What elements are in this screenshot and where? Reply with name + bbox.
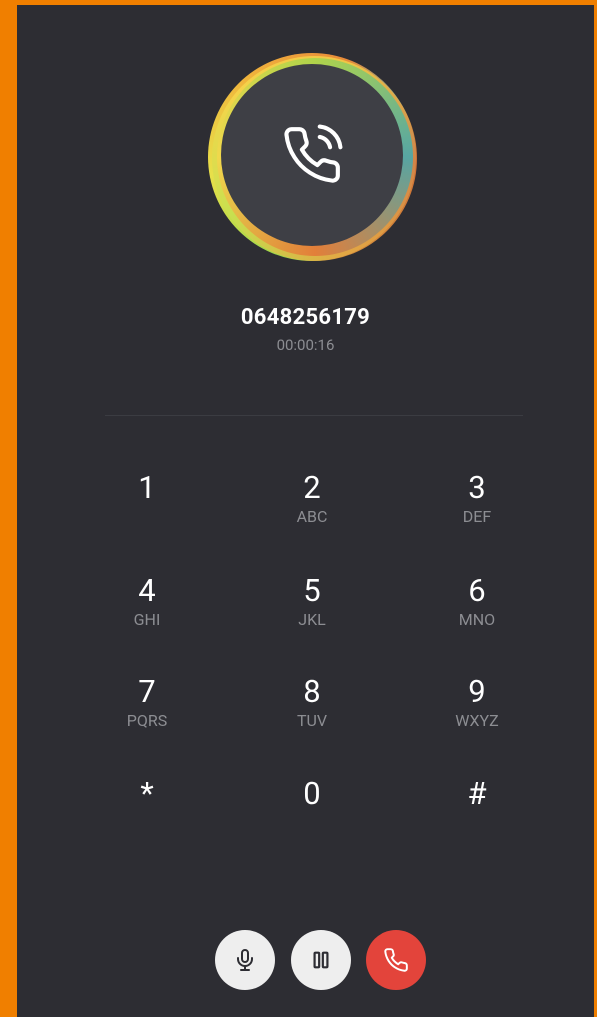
key-digit: * — [140, 775, 154, 812]
key-digit: 6 — [468, 572, 486, 609]
key-letters: PQRS — [126, 711, 168, 730]
microphone-icon — [237, 949, 253, 971]
keypad-key-8[interactable]: 8 TUV — [257, 674, 367, 754]
key-digit: # — [467, 775, 487, 812]
divider — [105, 415, 523, 416]
key-digit: 8 — [303, 673, 321, 710]
key-letters: JKL — [298, 610, 326, 629]
keypad-key-hash[interactable]: # — [422, 776, 532, 856]
phone-calling-icon — [284, 124, 343, 183]
key-digit: 5 — [303, 572, 321, 609]
key-digit: 4 — [138, 572, 156, 609]
hold-button[interactable] — [291, 930, 351, 990]
keypad-key-4[interactable]: 4 GHI — [92, 573, 202, 653]
key-digit: 3 — [468, 469, 486, 506]
key-letters: GHI — [133, 610, 161, 629]
keypad-key-7[interactable]: 7 PQRS — [92, 674, 202, 754]
avatar-circle — [221, 64, 403, 246]
key-letters: DEF — [462, 507, 492, 526]
keypad-key-6[interactable]: 6 MNO — [422, 573, 532, 653]
caller-avatar — [208, 53, 418, 263]
key-letters: MNO — [458, 610, 496, 629]
call-duration: 00:00:16 — [276, 336, 335, 354]
pause-icon — [313, 951, 329, 969]
keypad-key-0[interactable]: 0 — [257, 776, 367, 856]
key-digit: 2 — [303, 469, 321, 506]
phone-hangup-icon — [384, 948, 408, 972]
key-letters: ABC — [296, 507, 328, 526]
keypad-key-star[interactable]: * — [92, 776, 202, 856]
mute-button[interactable] — [215, 930, 275, 990]
keypad-key-5[interactable]: 5 JKL — [257, 573, 367, 653]
keypad-key-3[interactable]: 3 DEF — [422, 470, 532, 550]
key-letters: TUV — [296, 711, 328, 730]
key-digit: 0 — [303, 775, 321, 812]
keypad-key-9[interactable]: 9 WXYZ — [422, 674, 532, 754]
keypad-key-1[interactable]: 1 — [92, 470, 202, 550]
keypad-key-2[interactable]: 2 ABC — [257, 470, 367, 550]
key-digit: 9 — [468, 673, 486, 710]
key-digit: 7 — [138, 673, 156, 710]
call-screen: 0648256179 00:00:16 1 2 ABC 3 DEF 4 GHI … — [17, 5, 594, 1017]
hangup-button[interactable] — [366, 930, 426, 990]
key-digit: 1 — [138, 469, 156, 506]
key-letters: WXYZ — [455, 711, 499, 730]
caller-number: 0648256179 — [240, 305, 371, 330]
